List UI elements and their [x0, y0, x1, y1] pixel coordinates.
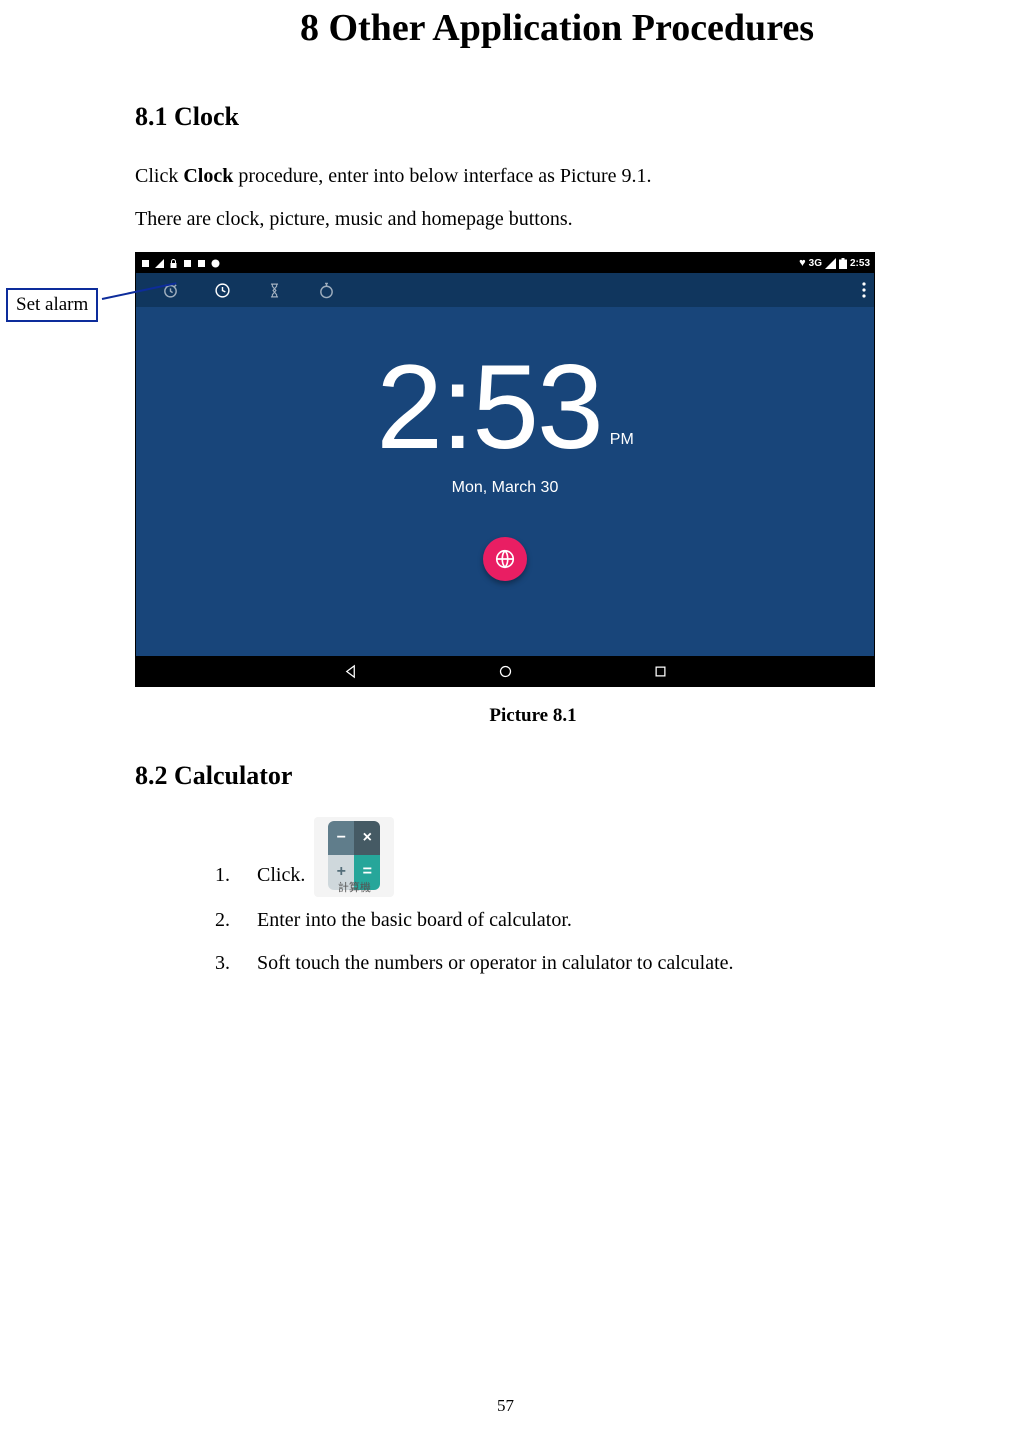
page-number: 57 — [0, 1396, 1011, 1416]
stopwatch-tab[interactable] — [300, 273, 352, 307]
calc-times-icon: × — [354, 821, 380, 855]
nav-bar — [136, 656, 874, 686]
status-icon — [140, 258, 153, 269]
clock-main: 2:53 PM Mon, March 30 — [136, 347, 874, 497]
section-8-1-title: 8.1 Clock — [135, 102, 931, 132]
clock-tab[interactable] — [196, 273, 248, 307]
clock-ampm: PM — [610, 431, 634, 449]
calculator-app-icon: − × + = 計算機 — [314, 817, 394, 897]
paragraph-1: Click Clock procedure, enter into below … — [135, 158, 931, 195]
text: Click — [135, 165, 183, 187]
status-icon — [154, 258, 167, 269]
step-text: Click. — [257, 864, 305, 886]
step-1: Click. − × + = 計算機 — [235, 817, 931, 897]
clock-app-screenshot: ♥ 3G 2:53 — [135, 252, 875, 687]
clock-date: Mon, March 30 — [136, 479, 874, 497]
globe-fab[interactable] — [483, 537, 527, 581]
wifi-icon: ♥ — [799, 257, 806, 269]
step-3: Soft touch the numbers or operator in ca… — [235, 942, 931, 985]
home-button[interactable] — [498, 664, 513, 679]
alarm-tab[interactable] — [144, 273, 196, 307]
status-icon — [182, 258, 195, 269]
callout-set-alarm: Set alarm — [6, 288, 98, 322]
step-2: Enter into the basic board of calculator… — [235, 899, 931, 942]
status-icon — [196, 258, 209, 269]
clock-time: 2:53 — [376, 347, 602, 467]
battery-icon — [839, 258, 847, 269]
back-button[interactable] — [343, 664, 358, 679]
lock-icon — [168, 258, 181, 269]
clock-tabs — [136, 273, 874, 307]
figure-caption-8-1: Picture 8.1 — [135, 705, 931, 727]
status-time: 2:53 — [850, 258, 870, 269]
recent-button[interactable] — [653, 664, 668, 679]
calculator-icon-label: 計算機 — [314, 877, 394, 897]
text-bold: Clock — [183, 165, 233, 187]
network-label: 3G — [809, 258, 822, 269]
status-left-icons — [140, 258, 223, 269]
calculator-steps: Click. − × + = 計算機 Enter into the basic … — [235, 817, 931, 985]
text: procedure, enter into below interface as… — [233, 165, 651, 187]
chapter-title: 8 Other Application Procedures — [183, 6, 931, 50]
status-bar: ♥ 3G 2:53 — [136, 253, 874, 273]
overflow-menu-icon[interactable] — [862, 282, 866, 298]
status-icon — [210, 258, 223, 269]
section-8-2-title: 8.2 Calculator — [135, 761, 931, 791]
paragraph-2: There are clock, picture, music and home… — [135, 201, 931, 238]
signal-icon — [825, 258, 836, 269]
globe-icon — [494, 548, 516, 570]
timer-tab[interactable] — [248, 273, 300, 307]
figure-8-1: Set alarm — [135, 252, 931, 687]
calc-minus-icon: − — [328, 821, 354, 855]
status-right: ♥ 3G 2:53 — [799, 257, 870, 269]
